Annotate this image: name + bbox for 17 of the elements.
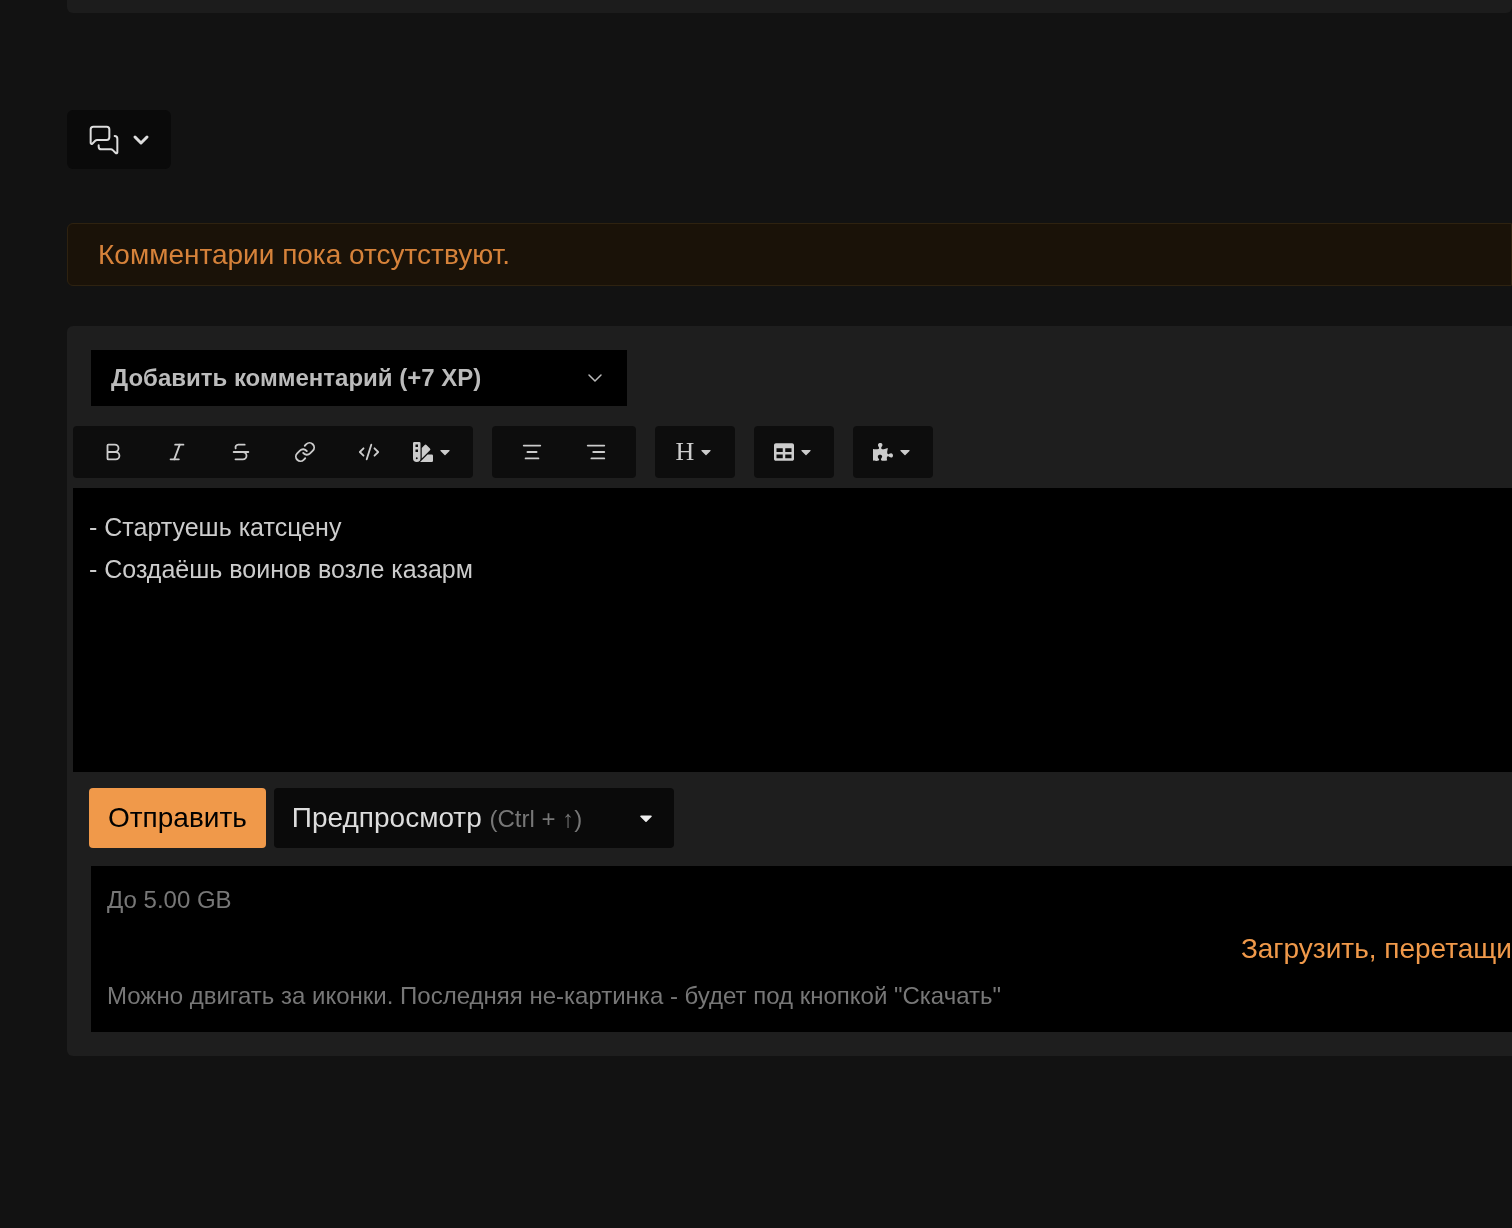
upload-hint-text: Можно двигать за иконки. Последняя не-картинка - будет под кнопкой "Скачать": [107, 981, 1001, 1011]
upload-dropzone[interactable]: До 5.00 GB Загрузить, перетащи Можно двигать за иконки. Последняя не-картинка - будет под кнопкой "Скачать": [91, 866, 1512, 1032]
preview-button[interactable]: Предпросмотр (Ctrl + ↑): [273, 788, 674, 848]
swatchbook-icon: [413, 442, 433, 462]
puzzle-icon: [873, 442, 893, 462]
text-editor[interactable]: - Стартуешь катсцену - Создаёшь воинов возле казарм: [73, 488, 1512, 772]
table-icon: [774, 442, 794, 462]
toolbar-button[interactable]: H: [663, 426, 727, 478]
code-icon: [358, 441, 380, 463]
upload-link[interactable]: Загрузить, перетащи: [1240, 928, 1512, 970]
size-limit-text: До 5.00 GB: [107, 885, 232, 915]
comments-toggle-button[interactable]: [67, 110, 171, 169]
strikethrough-icon: [230, 441, 252, 463]
notice-text: Комментарии пока отсутствуют.: [98, 237, 511, 272]
mode-select[interactable]: Добавить комментарий (+7 XP): [91, 350, 627, 406]
link-icon: [294, 441, 316, 463]
submit-button[interactable]: Отправить: [89, 788, 266, 848]
